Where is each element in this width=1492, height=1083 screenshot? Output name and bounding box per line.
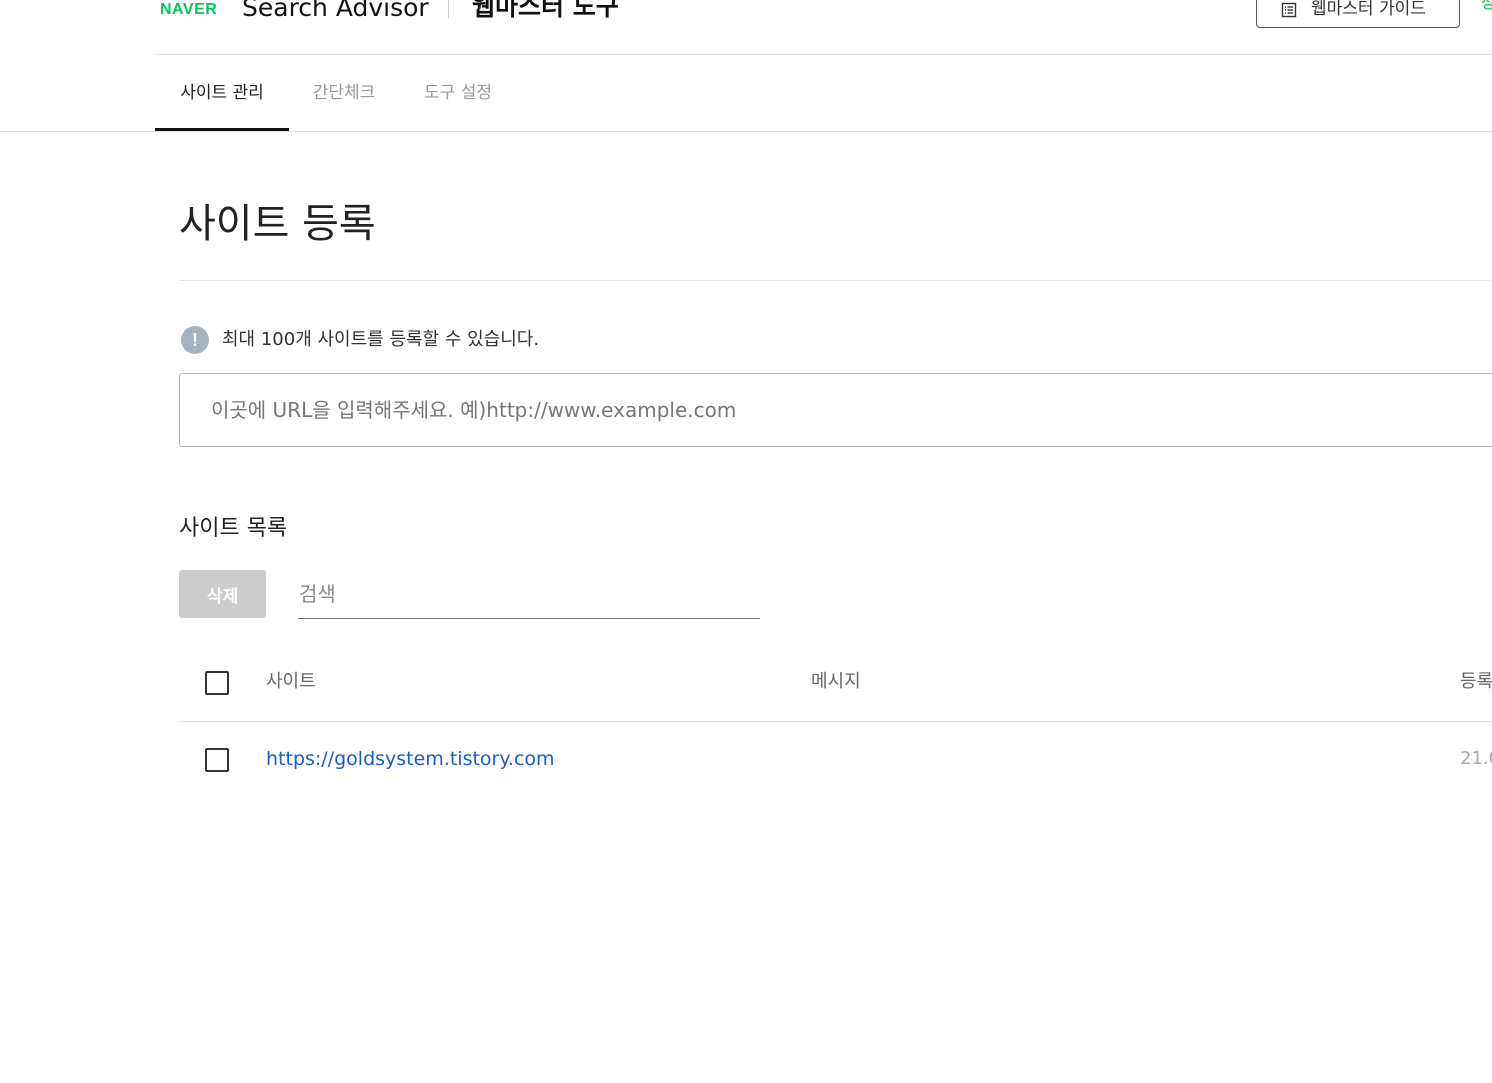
main-tabs: 사이트 관리 간단체크 도구 설정: [0, 55, 1492, 132]
site-link[interactable]: https://goldsystem.tistory.com: [266, 747, 555, 771]
document-list-icon: [1281, 2, 1297, 18]
title-divider: [179, 280, 1492, 281]
header-divider: [448, 0, 449, 18]
registration-notice: ! 최대 100개 사이트를 등록할 수 있습니다.: [181, 326, 539, 354]
site-list-title: 사이트 목록: [179, 516, 288, 541]
delete-button[interactable]: 삭제: [179, 570, 266, 618]
registration-date: 21.0: [1460, 748, 1492, 769]
header-edge-link[interactable]: 상: [1481, 0, 1492, 12]
search-input[interactable]: [298, 573, 760, 619]
page: NAVER Search Advisor 웹마스터 도구 웹마스터 가이드 상 …: [0, 0, 1492, 1083]
webmaster-guide-label: 웹마스터 가이드: [1311, 0, 1426, 19]
notice-text: 최대 100개 사이트를 등록할 수 있습니다.: [222, 329, 540, 350]
select-all-checkbox[interactable]: [205, 671, 229, 695]
tab-simple-check[interactable]: 간단체크: [289, 55, 399, 131]
naver-logo[interactable]: NAVER: [160, 1, 217, 19]
top-header: NAVER Search Advisor 웹마스터 도구 웹마스터 가이드 상: [155, 0, 1492, 55]
tab-site-management[interactable]: 사이트 관리: [155, 55, 289, 131]
webmaster-guide-button[interactable]: 웹마스터 가이드: [1256, 0, 1460, 28]
url-input[interactable]: [179, 373, 1492, 447]
page-title: 사이트 등록: [179, 201, 376, 247]
brand-name[interactable]: Search Advisor: [242, 0, 429, 23]
column-header-site[interactable]: 사이트: [266, 670, 316, 694]
column-header-message[interactable]: 메시지: [811, 670, 861, 694]
webmaster-tools-title[interactable]: 웹마스터 도구: [472, 0, 619, 22]
row-checkbox[interactable]: [205, 748, 229, 772]
tab-tool-settings[interactable]: 도구 설정: [399, 55, 517, 131]
exclamation-info-icon: !: [181, 326, 209, 354]
column-header-date[interactable]: 등록: [1460, 670, 1492, 694]
table-row: https://goldsystem.tistory.com 21.0: [179, 722, 1492, 796]
site-table-header: 사이트 메시지 등록: [179, 646, 1492, 722]
